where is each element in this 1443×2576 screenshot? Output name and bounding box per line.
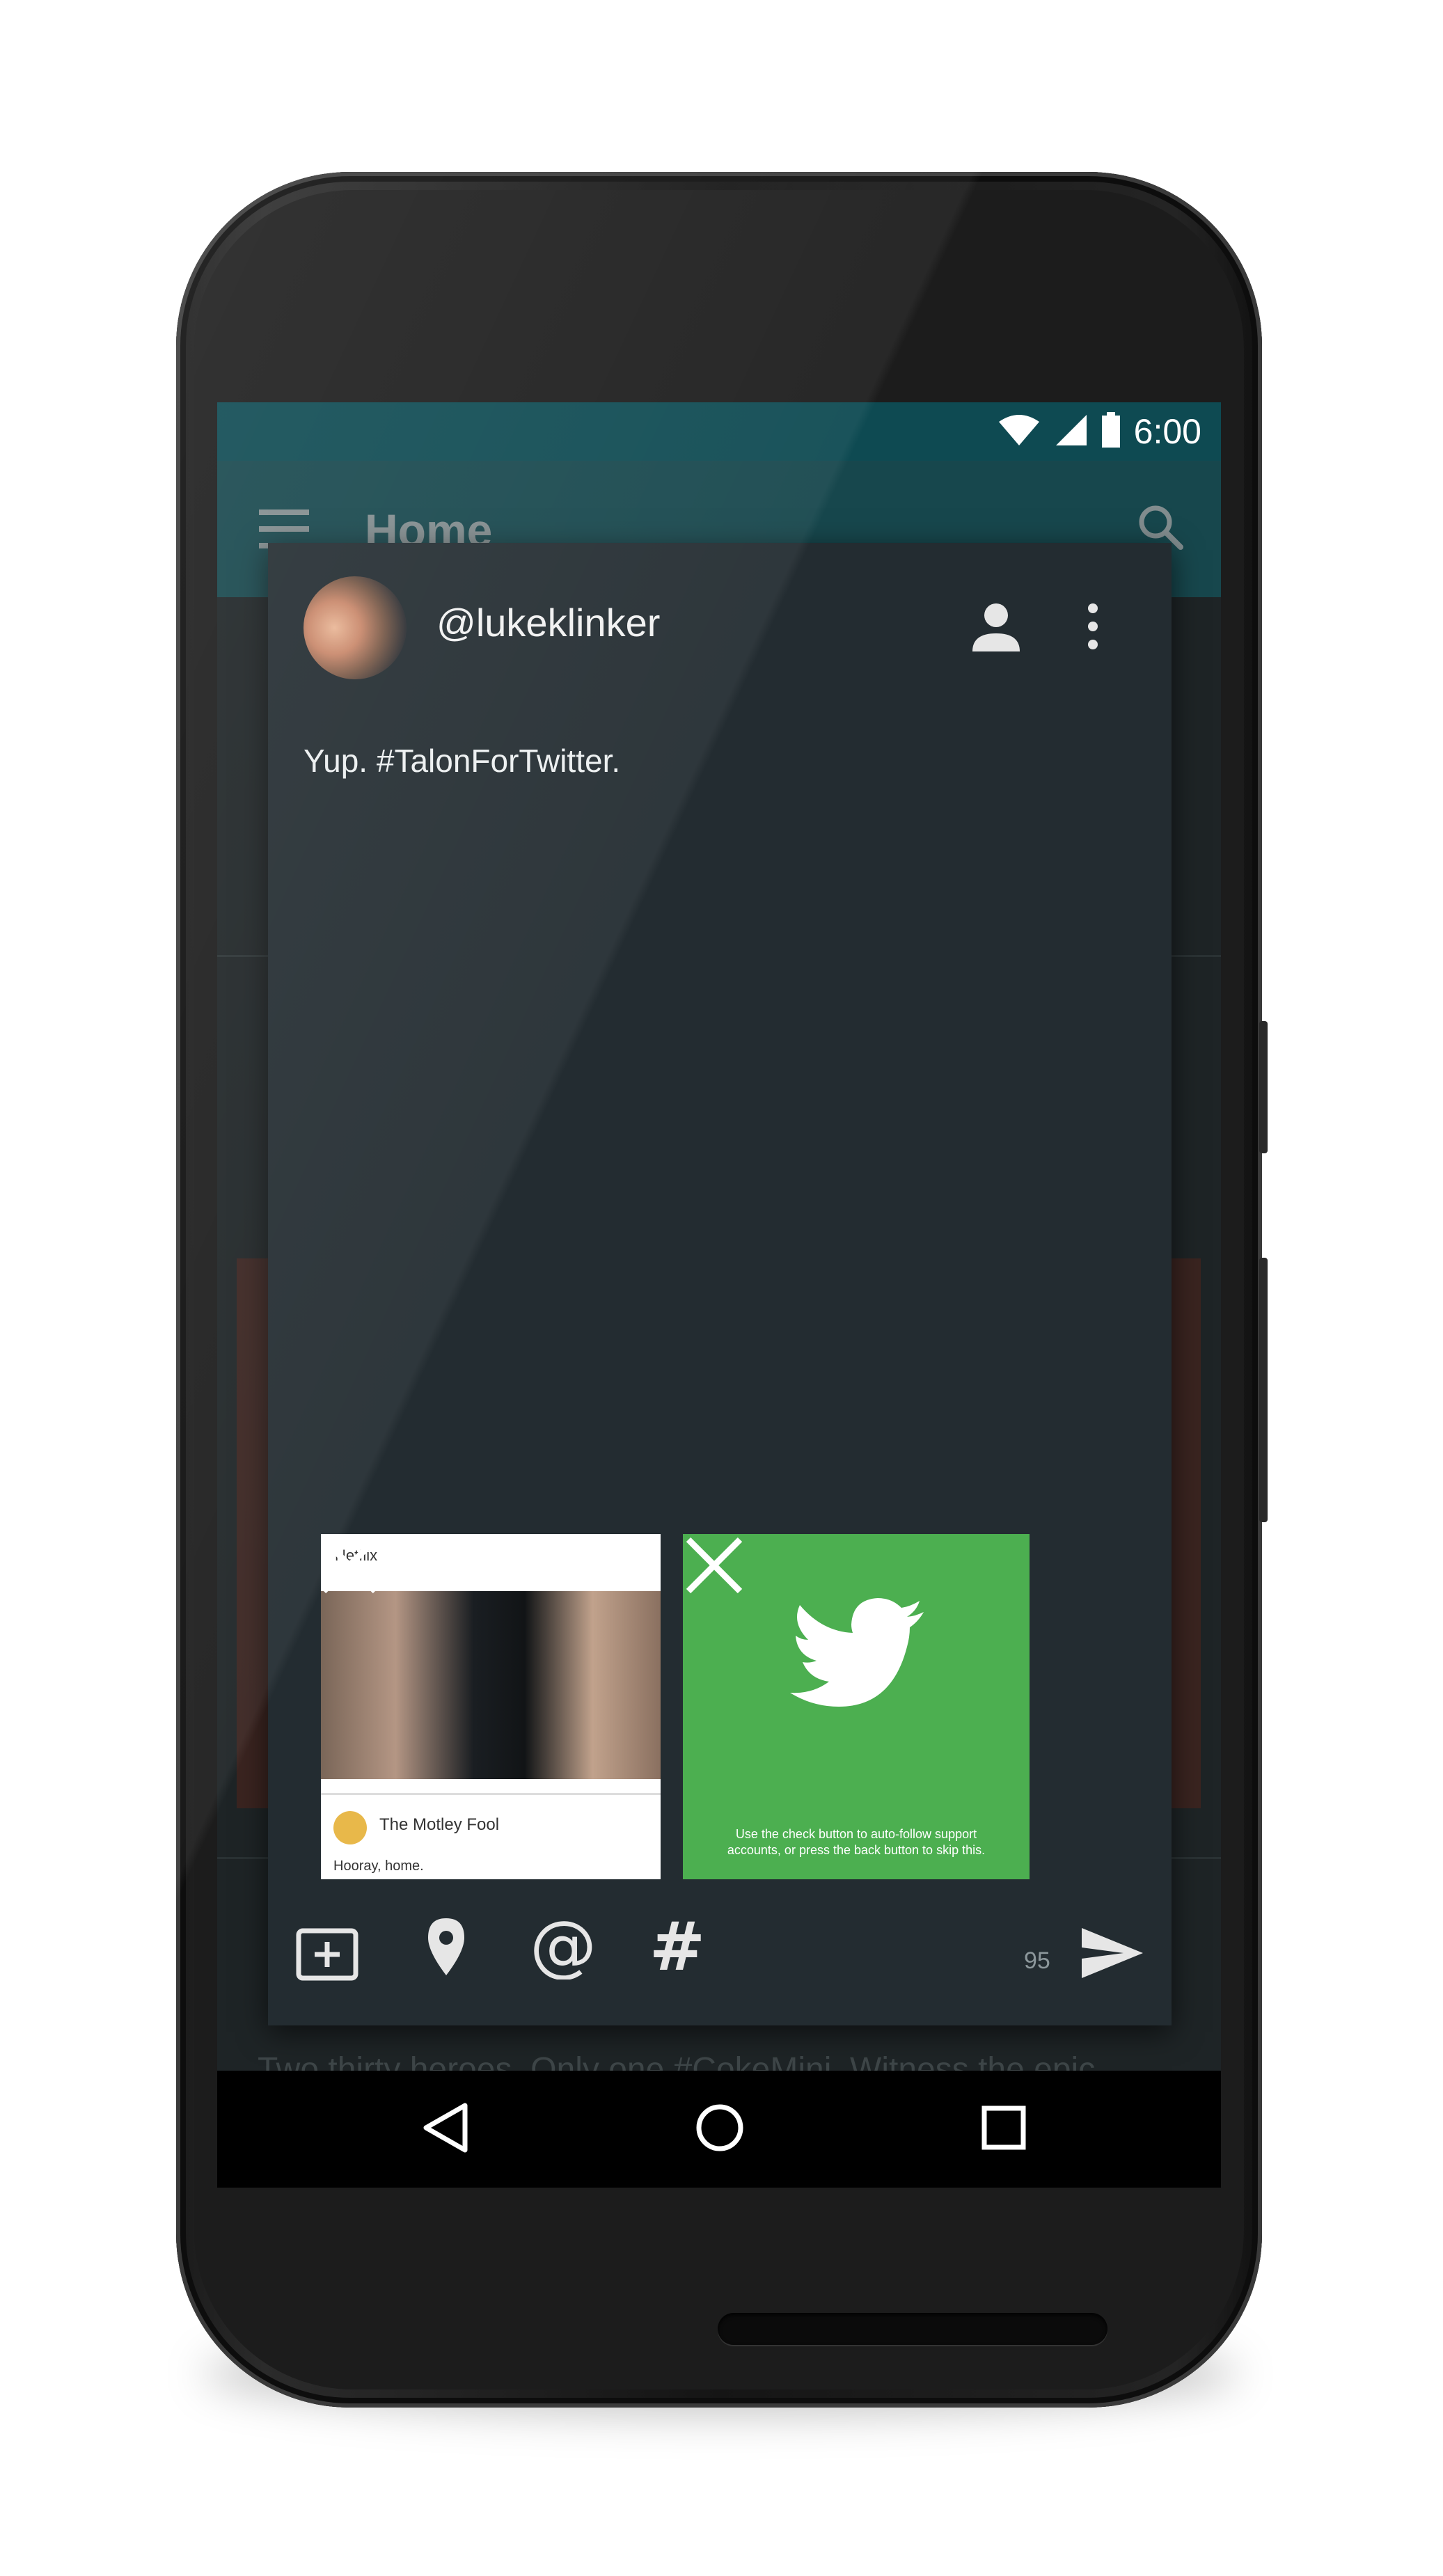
- location-icon[interactable]: [425, 1915, 467, 1982]
- attachment-account: The Motley Fool: [379, 1815, 500, 1834]
- bottom-speaker: [718, 2313, 1107, 2345]
- screen: 6:00 Home Two thirty heroes. Only one #C…: [217, 402, 1221, 2188]
- attachment-caption: Use the check button to auto-follow supp…: [727, 1827, 986, 1857]
- attachment-avatar: [333, 1811, 367, 1844]
- more-vert-icon[interactable]: [1082, 599, 1103, 658]
- attachment-divider: [321, 1793, 661, 1795]
- add-image-icon[interactable]: [296, 1925, 358, 1984]
- status-bar: 6:00: [217, 402, 1221, 461]
- status-time: 6:00: [1133, 412, 1201, 451]
- recents-icon[interactable]: [976, 2100, 1032, 2159]
- back-icon[interactable]: [419, 2100, 475, 2159]
- char-counter: 95: [1024, 1947, 1050, 1974]
- svg-text:#: #: [649, 1913, 705, 1980]
- mention-icon[interactable]: @: [530, 1906, 597, 1984]
- cell-signal-icon: [1053, 413, 1088, 450]
- battery-icon: [1101, 411, 1121, 452]
- send-icon[interactable]: [1079, 1925, 1146, 1984]
- tweet-input[interactable]: Yup. #TalonForTwitter.: [303, 742, 620, 780]
- profile-icon[interactable]: [968, 599, 1024, 658]
- close-icon[interactable]: [318, 1534, 381, 1600]
- navigation-bar: [217, 2071, 1221, 2188]
- home-icon[interactable]: [692, 2100, 748, 2159]
- svg-text:@: @: [530, 1913, 597, 1980]
- wifi-icon: [998, 413, 1041, 450]
- close-icon[interactable]: [683, 1534, 746, 1600]
- volume-button: [1259, 1258, 1268, 1522]
- avatar[interactable]: [303, 576, 407, 679]
- power-button: [1259, 1021, 1268, 1153]
- compose-username[interactable]: @lukeklinker: [436, 600, 660, 645]
- twitter-bird-icon: [787, 1597, 926, 1718]
- compose-dialog: @lukeklinker Yup. #TalonForTwitter. Netf…: [268, 543, 1172, 2025]
- attachment-body: Hooray, home.: [333, 1858, 424, 1874]
- hashtag-icon[interactable]: #: [649, 1908, 705, 1986]
- attachment-photo: [321, 1591, 661, 1779]
